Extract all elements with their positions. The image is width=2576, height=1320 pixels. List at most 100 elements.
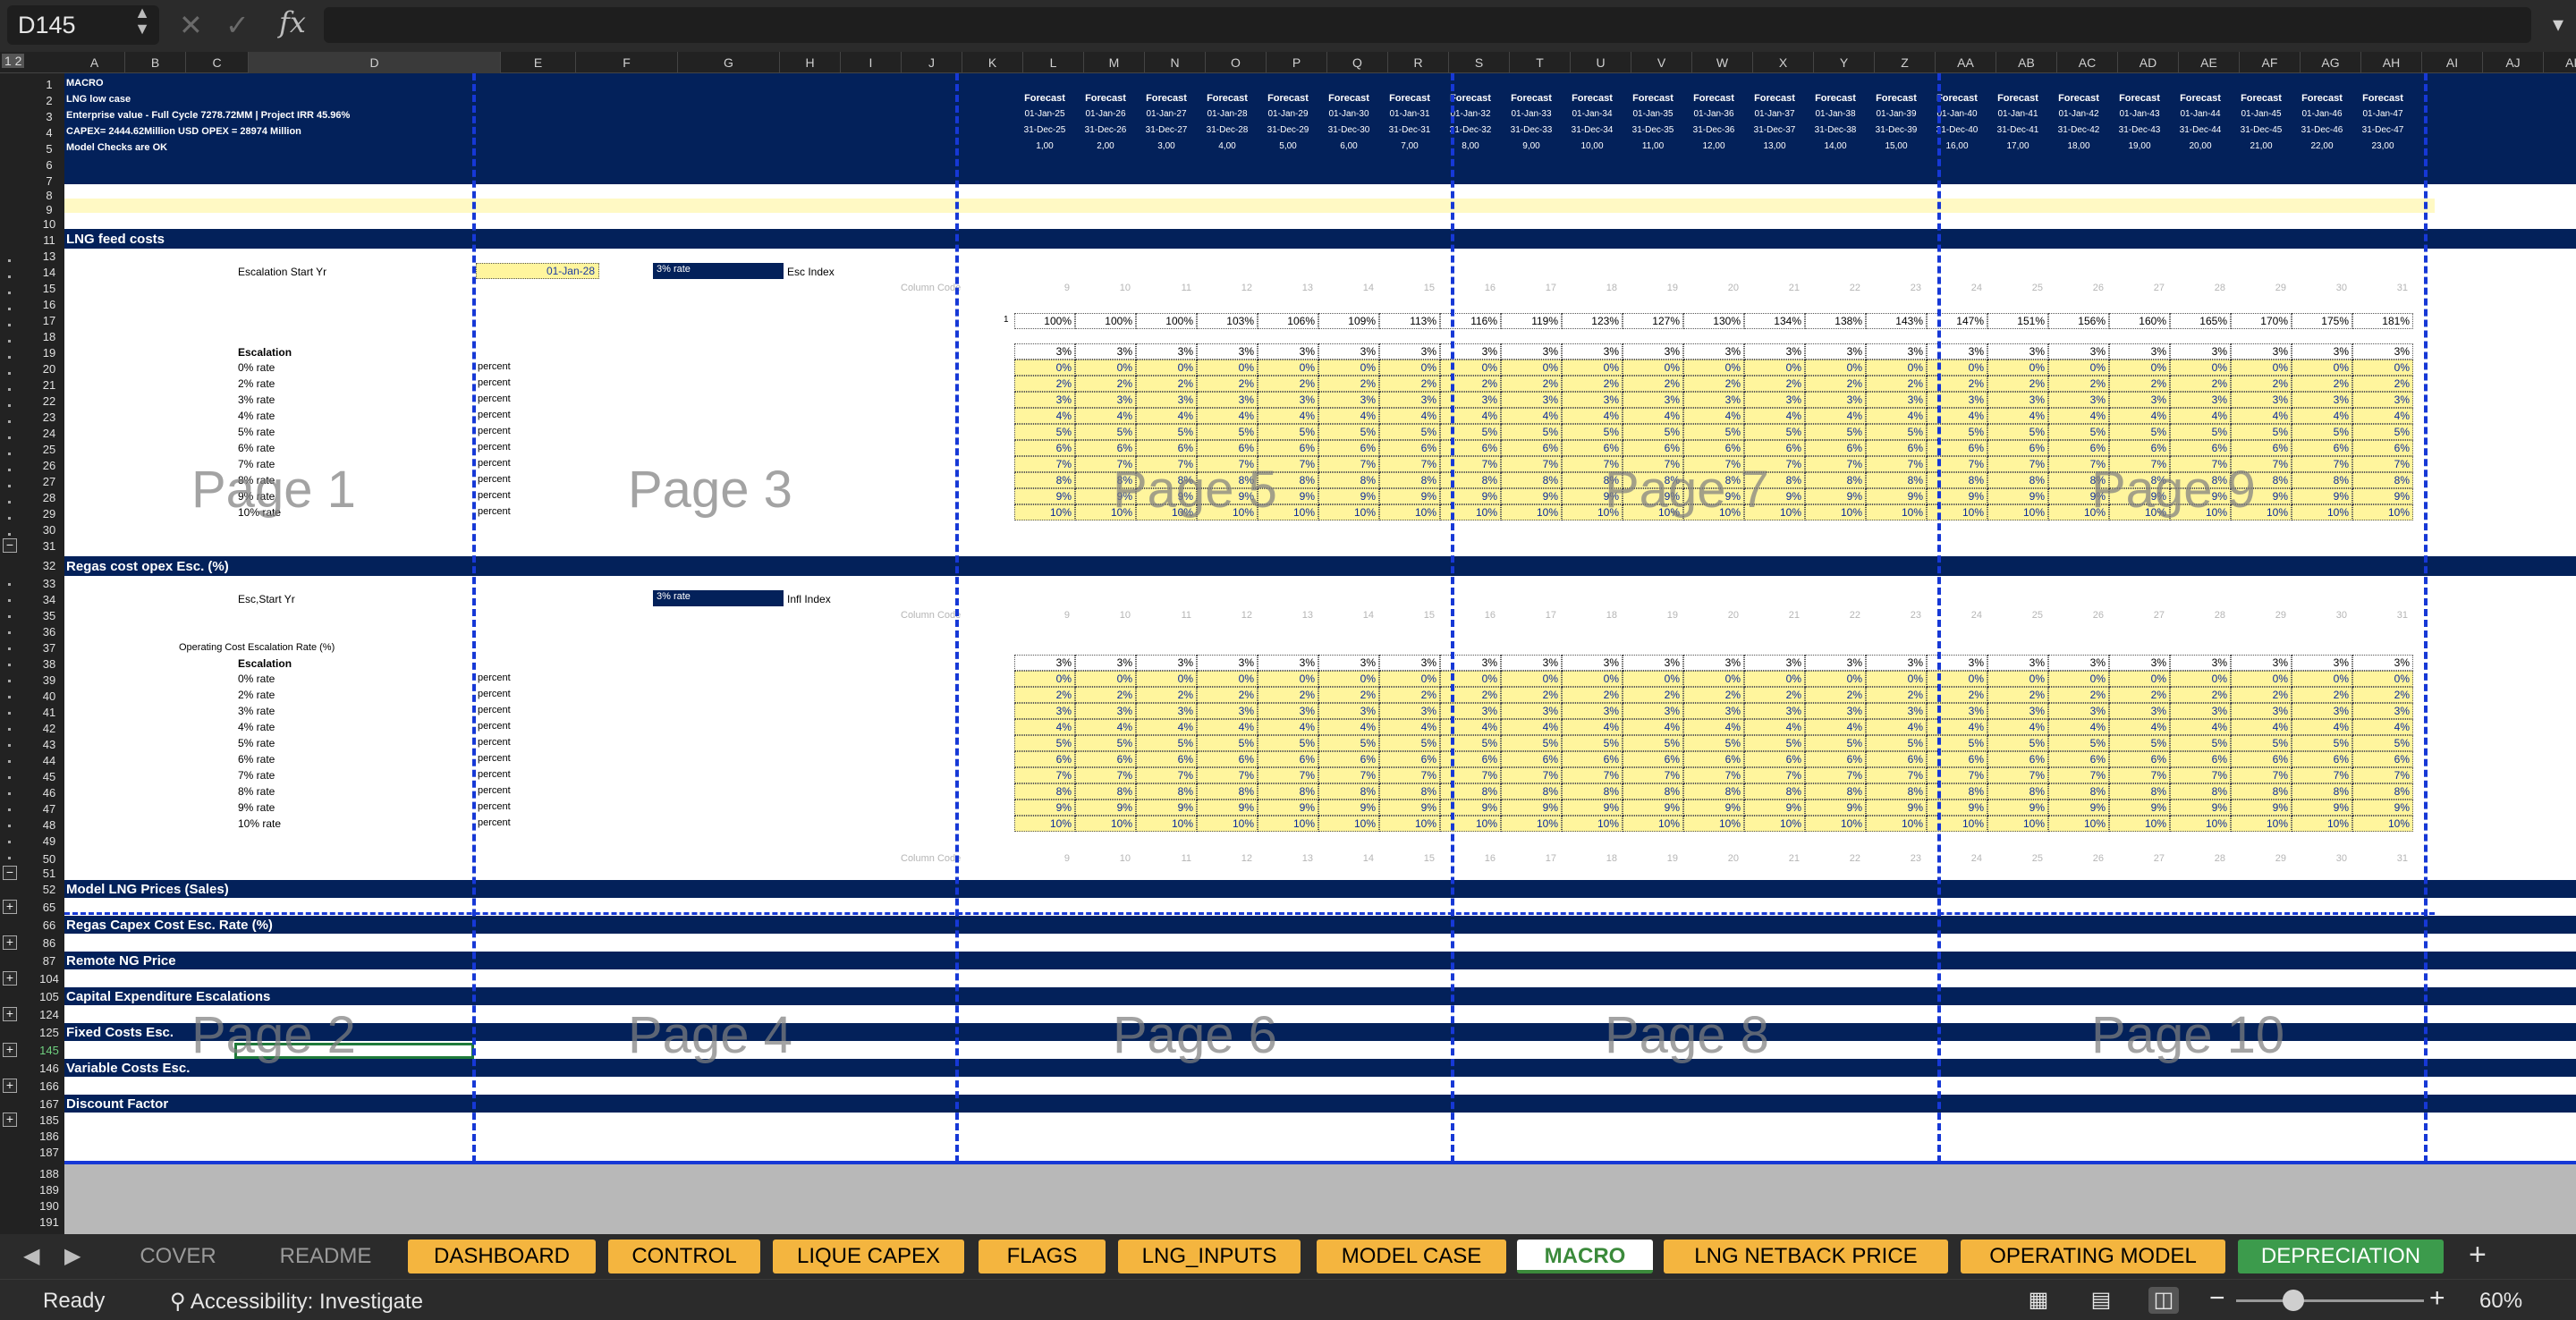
column-header-w[interactable]: W [1692, 52, 1753, 73]
row-header-46[interactable]: 46 [34, 785, 64, 801]
enter-check-icon[interactable]: ✓ [225, 7, 250, 43]
row-header-11[interactable]: 11 [34, 233, 64, 249]
tab-lng-inputs[interactable]: LNG_INPUTS [1118, 1240, 1301, 1273]
row-header-23[interactable]: 23 [34, 410, 64, 426]
row-header-13[interactable]: 13 [34, 249, 64, 265]
expand-group-icon[interactable]: + [3, 1079, 17, 1093]
row-header-16[interactable]: 16 [34, 297, 64, 313]
column-header-u[interactable]: U [1571, 52, 1631, 73]
section-remote-ng[interactable] [64, 952, 2576, 969]
lng-rate-selector[interactable]: 3% rate [653, 263, 784, 279]
row-header-27[interactable]: 27 [34, 474, 64, 490]
add-sheet-button[interactable]: + [2469, 1238, 2487, 1273]
tab-scroll-prev-icon[interactable]: ◀ [23, 1243, 39, 1269]
tab-lique-capex[interactable]: LIQUE CAPEX [773, 1240, 964, 1273]
row-header-185[interactable]: 185 [34, 1113, 64, 1129]
tab-depreciation[interactable]: DEPRECIATION [2238, 1240, 2444, 1273]
row-header-38[interactable]: 38 [34, 656, 64, 673]
row-header-28[interactable]: 28 [34, 490, 64, 506]
column-header-m[interactable]: M [1084, 52, 1145, 73]
row-header-2[interactable]: 2 [34, 93, 64, 109]
column-header-i[interactable]: I [841, 52, 902, 73]
row-header-65[interactable]: 65 [34, 900, 64, 916]
row-header-21[interactable]: 21 [34, 377, 64, 393]
row-header-26[interactable]: 26 [34, 458, 64, 474]
row-header-191[interactable]: 191 [34, 1214, 64, 1231]
column-header-s[interactable]: S [1449, 52, 1510, 73]
tab-control[interactable]: CONTROL [608, 1240, 760, 1273]
row-header-35[interactable]: 35 [34, 608, 64, 624]
tab-scroll-next-icon[interactable]: ▶ [64, 1243, 80, 1269]
column-header-ac[interactable]: AC [2057, 52, 2118, 73]
row-header-167[interactable]: 167 [34, 1096, 64, 1113]
cancel-icon[interactable]: ✕ [179, 7, 203, 43]
formula-input[interactable] [324, 7, 2531, 43]
escalation-start-cell[interactable]: 01-Jan-28 [476, 263, 599, 279]
column-header-a[interactable]: A [64, 52, 125, 73]
column-header-k[interactable]: K [962, 52, 1023, 73]
row-header-52[interactable]: 52 [34, 882, 64, 898]
column-header-l[interactable]: L [1023, 52, 1084, 73]
column-header-v[interactable]: V [1631, 52, 1692, 73]
row-header-45[interactable]: 45 [34, 769, 64, 785]
expand-group-icon[interactable]: + [3, 1113, 17, 1127]
column-header-r[interactable]: R [1388, 52, 1449, 73]
tab-cover[interactable]: COVER [114, 1240, 242, 1273]
column-header-o[interactable]: O [1206, 52, 1267, 73]
expand-group-icon[interactable]: + [3, 1043, 17, 1057]
row-header-166[interactable]: 166 [34, 1079, 64, 1095]
row-header-186[interactable]: 186 [34, 1129, 64, 1145]
row-header-20[interactable]: 20 [34, 361, 64, 377]
row-header-25[interactable]: 25 [34, 442, 64, 458]
row-header-87[interactable]: 87 [34, 953, 64, 969]
normal-view-icon[interactable]: ▦ [2023, 1287, 2054, 1314]
row-header-36[interactable]: 36 [34, 624, 64, 640]
row-header-29[interactable]: 29 [34, 506, 64, 522]
column-header-p[interactable]: P [1267, 52, 1327, 73]
section-lng-feed-costs[interactable] [64, 229, 2576, 249]
column-header-t[interactable]: T [1510, 52, 1571, 73]
row-header-40[interactable]: 40 [34, 689, 64, 705]
tab-operating-model[interactable]: OPERATING MODEL [1961, 1240, 2225, 1273]
expand-formula-bar-icon[interactable]: ▾ [2553, 7, 2563, 43]
tab-model-case[interactable]: MODEL CASE [1317, 1240, 1506, 1273]
column-header-af[interactable]: AF [2240, 52, 2301, 73]
section-discount-factor[interactable] [64, 1095, 2576, 1113]
column-header-ah[interactable]: AH [2361, 52, 2422, 73]
row-header-125[interactable]: 125 [34, 1025, 64, 1041]
row-header-42[interactable]: 42 [34, 721, 64, 737]
column-header-f[interactable]: F [576, 52, 678, 73]
zoom-slider[interactable] [2236, 1299, 2424, 1302]
row-header-39[interactable]: 39 [34, 673, 64, 689]
column-header-g[interactable]: G [678, 52, 780, 73]
row-header-4[interactable]: 4 [34, 125, 64, 141]
section-capex-esc[interactable] [64, 987, 2576, 1005]
outline-level-buttons[interactable]: 1 2 [2, 54, 25, 68]
tab-dashboard[interactable]: DASHBOARD [408, 1240, 596, 1273]
row-header-48[interactable]: 48 [34, 817, 64, 833]
column-header-h[interactable]: H [780, 52, 841, 73]
row-header-6[interactable]: 6 [34, 157, 64, 173]
column-header-n[interactable]: N [1145, 52, 1206, 73]
row-header-18[interactable]: 18 [34, 329, 64, 345]
row-header-14[interactable]: 14 [34, 265, 64, 281]
zoom-in-button[interactable]: + [2429, 1283, 2445, 1314]
section-regas-capex[interactable] [64, 916, 2576, 934]
row-header-19[interactable]: 19 [34, 345, 64, 361]
column-header-z[interactable]: Z [1875, 52, 1936, 73]
row-header-22[interactable]: 22 [34, 393, 64, 410]
page-break-view-icon[interactable]: ◫ [2148, 1287, 2179, 1314]
tab-lng-netback-price[interactable]: LNG NETBACK PRICE [1664, 1240, 1948, 1273]
column-header-j[interactable]: J [902, 52, 962, 73]
name-box-stepper-icon[interactable]: ▲▼ [132, 4, 152, 36]
row-header-1[interactable]: 1 [34, 77, 64, 93]
column-header-ag[interactable]: AG [2301, 52, 2361, 73]
collapse-group-icon[interactable]: − [3, 538, 17, 553]
column-header-ak[interactable]: AK [2544, 52, 2576, 73]
row-header-24[interactable]: 24 [34, 426, 64, 442]
expand-group-icon[interactable]: + [3, 1007, 17, 1021]
row-header-190[interactable]: 190 [34, 1198, 64, 1214]
section-model-lng[interactable] [64, 880, 2576, 898]
expand-group-icon[interactable]: + [3, 900, 17, 914]
row-header-3[interactable]: 3 [34, 109, 64, 125]
